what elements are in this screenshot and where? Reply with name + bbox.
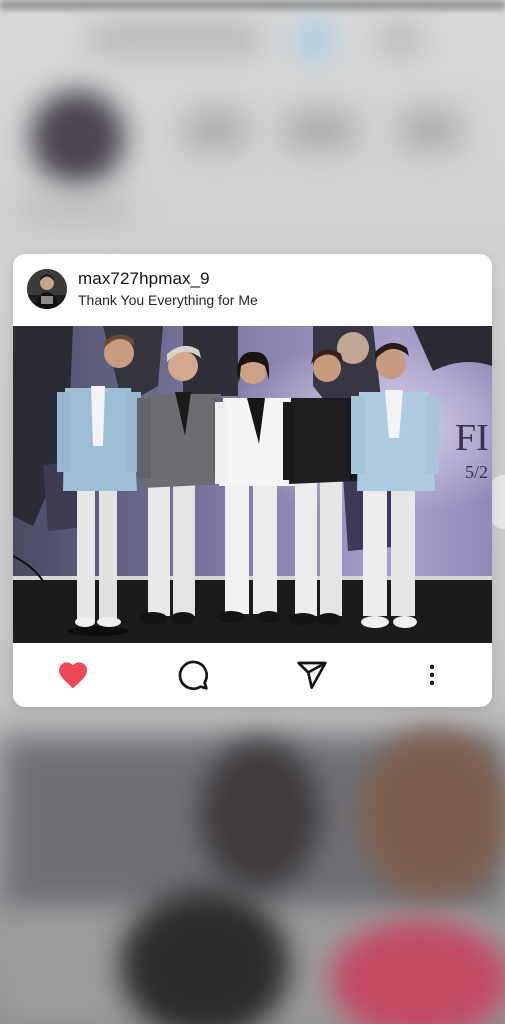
post-actions-bar (13, 643, 492, 707)
status-bar-blur (0, 0, 505, 10)
post-preview-card: max727hpmax_9 Thank You Everything for M… (13, 254, 492, 707)
blurred-grid-thumb (360, 730, 505, 900)
blurred-grid-thumb (200, 740, 320, 890)
send-icon (297, 661, 327, 689)
blurred-stat-followers (285, 110, 355, 150)
blurred-stat-following (400, 110, 460, 150)
more-options-button[interactable] (414, 657, 450, 693)
blurred-header-title (90, 28, 260, 50)
post-photo[interactable]: FI 5/2 (13, 326, 492, 643)
post-header: max727hpmax_9 Thank You Everything for M… (13, 254, 492, 326)
blurred-header-icon (380, 28, 420, 50)
more-vertical-icon (429, 664, 435, 686)
blurred-bio (20, 200, 130, 220)
blurred-stat-posts (185, 110, 245, 150)
backdrop-date-text: 5/2 (465, 462, 488, 482)
post-photo-image: FI 5/2 (13, 326, 492, 643)
avatar-image (27, 269, 67, 309)
comment-icon (178, 660, 208, 690)
blurred-profile-picture (30, 90, 125, 185)
blurred-verified-badge (300, 25, 330, 55)
post-caption: Thank You Everything for Me (78, 292, 258, 308)
share-button[interactable] (294, 657, 330, 693)
backdrop-title-text: FI (455, 417, 489, 459)
avatar[interactable] (27, 269, 67, 309)
heart-icon (59, 662, 87, 689)
comment-button[interactable] (175, 657, 211, 693)
like-button[interactable] (55, 657, 91, 693)
post-username[interactable]: max727hpmax_9 (78, 269, 210, 289)
